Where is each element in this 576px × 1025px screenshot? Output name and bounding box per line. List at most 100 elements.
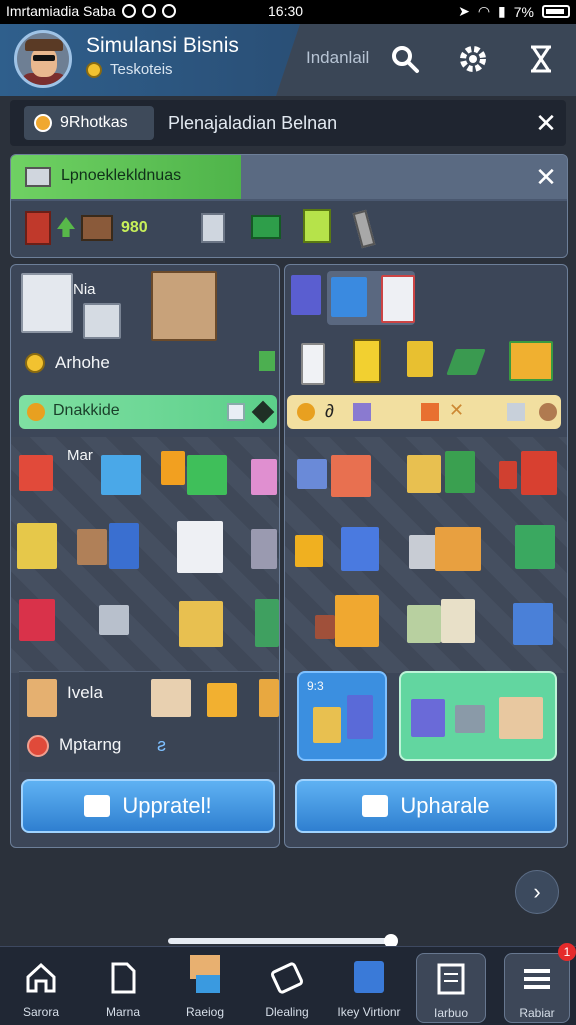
search-icon [392, 46, 419, 73]
machine-building[interactable] [83, 303, 121, 339]
shop-building[interactable] [441, 599, 475, 643]
close-icon: ✕ [535, 161, 557, 192]
jar-item[interactable] [353, 339, 381, 383]
nav-item-menu[interactable]: Rabiar [504, 953, 570, 1023]
category-title: Lpnoeklekldnuas [61, 167, 182, 184]
cart-item[interactable] [251, 215, 281, 239]
shop-building[interactable] [251, 459, 277, 495]
box-building[interactable] [27, 679, 57, 717]
scrollbar[interactable] [168, 934, 398, 948]
crate-item [313, 707, 341, 743]
shop-building[interactable] [341, 527, 379, 571]
tab-bar: 9Rhotkas Plenajaladian Belnan ✕ [10, 100, 566, 146]
cross-icon: ✕ [449, 400, 465, 420]
shop-building[interactable] [435, 527, 481, 571]
cart-building[interactable] [99, 605, 129, 635]
shop-building[interactable] [407, 455, 441, 493]
battery-icon [542, 5, 570, 18]
left-panel: Nia Arhohe Dnakkide Mar Ivela Mptarng ƨ … [10, 264, 280, 848]
stat-label: Arhohe [55, 353, 110, 372]
filter-pill[interactable]: ∂ ✕ [287, 395, 561, 429]
status-pill[interactable]: Dnakkide [19, 395, 277, 429]
close-category-button[interactable]: ✕ [531, 162, 561, 192]
shop-building[interactable] [295, 535, 323, 567]
shop-building[interactable] [151, 679, 191, 717]
shop-building[interactable] [513, 603, 553, 645]
plant-item[interactable] [57, 217, 75, 237]
link-icon: ∂ [325, 401, 334, 421]
nav-item-home[interactable]: Sarora [6, 953, 76, 1023]
lower-row [19, 671, 277, 772]
shop-building[interactable] [251, 529, 277, 569]
shop-building[interactable] [207, 683, 237, 717]
gift-item[interactable] [509, 341, 553, 381]
nav-label: Rabiar [519, 1006, 555, 1020]
shop-building[interactable] [255, 599, 279, 647]
shop-building[interactable] [179, 601, 223, 647]
shop-building[interactable] [445, 451, 475, 493]
next-page-button[interactable]: › [515, 870, 559, 914]
hourglass-button[interactable] [522, 40, 560, 78]
box-item [499, 697, 543, 739]
cart-item[interactable] [446, 349, 486, 375]
machine-item [411, 699, 445, 737]
crate-item[interactable] [25, 211, 51, 245]
shop-building[interactable] [515, 525, 555, 569]
nav-label: Sarora [22, 1005, 60, 1019]
section-label: Mar [67, 447, 93, 464]
shop-building[interactable] [407, 605, 441, 643]
shop-building[interactable] [521, 451, 557, 495]
coin-tab-icon [34, 114, 52, 132]
nav-item-games[interactable]: Ikey Virtionr [334, 953, 404, 1023]
search-button[interactable] [386, 40, 424, 78]
shop-building[interactable] [161, 451, 185, 485]
player-avatar[interactable] [14, 30, 72, 88]
nav-item-shop[interactable]: Raeiog [170, 953, 240, 1023]
nav-item-news[interactable]: Iarbuo [416, 953, 486, 1023]
fridge-item[interactable] [381, 275, 415, 323]
upgrade-button-left[interactable]: Uppratel! [21, 779, 275, 833]
shop-card-green[interactable] [399, 671, 557, 761]
shop-building[interactable] [77, 529, 107, 565]
box-item[interactable] [81, 215, 113, 241]
shop-building[interactable] [259, 679, 279, 717]
shop-building[interactable] [109, 523, 139, 569]
shop-card-blue[interactable]: 9:3 [297, 671, 387, 761]
nav-item-deals[interactable]: Dlealing [252, 953, 322, 1023]
settings-button[interactable] [454, 40, 492, 78]
shop-building[interactable] [19, 599, 55, 641]
machine-item[interactable] [291, 275, 321, 315]
shop-building[interactable] [17, 523, 57, 569]
upgrade-button-right[interactable]: Upharale [295, 779, 557, 833]
tab-management[interactable]: Plenajaladian Belnan [168, 106, 337, 140]
nav-item-marna[interactable]: Marna [88, 953, 158, 1023]
refresh-icon: ƨ [157, 735, 166, 755]
close-tab-button[interactable]: ✕ [531, 108, 561, 138]
shop-building[interactable] [331, 455, 371, 497]
shop-building[interactable] [499, 461, 517, 489]
tool-item[interactable] [352, 209, 376, 249]
tab-products[interactable]: 9Rhotkas [24, 106, 154, 140]
crate-item[interactable] [407, 341, 433, 377]
machine-item [347, 695, 373, 739]
shop-building[interactable] [297, 459, 327, 489]
shop-building[interactable] [315, 615, 335, 639]
cup-item[interactable] [301, 343, 325, 385]
shop-building[interactable] [101, 455, 141, 495]
cup-item[interactable] [201, 213, 225, 243]
category-tab[interactable]: Lpnoeklekldnuas [11, 155, 241, 199]
shop-building[interactable] [335, 595, 379, 647]
small-crate-icon [259, 351, 275, 371]
right-panel: ∂ ✕ 9:3 Upharale [284, 264, 568, 848]
cardboard-box[interactable] [151, 271, 217, 341]
shield-icon [362, 795, 389, 817]
shop-building[interactable] [187, 455, 227, 495]
pill-label: Dnakkide [53, 402, 120, 419]
shop-building[interactable] [19, 455, 53, 491]
gear-icon [460, 46, 486, 72]
shop-building[interactable] [177, 521, 223, 573]
crate-green-item[interactable] [303, 209, 331, 243]
nav-label: Ikey Virtionr [337, 1005, 401, 1019]
robot-item[interactable] [331, 277, 367, 317]
warehouse-building[interactable] [21, 273, 73, 333]
